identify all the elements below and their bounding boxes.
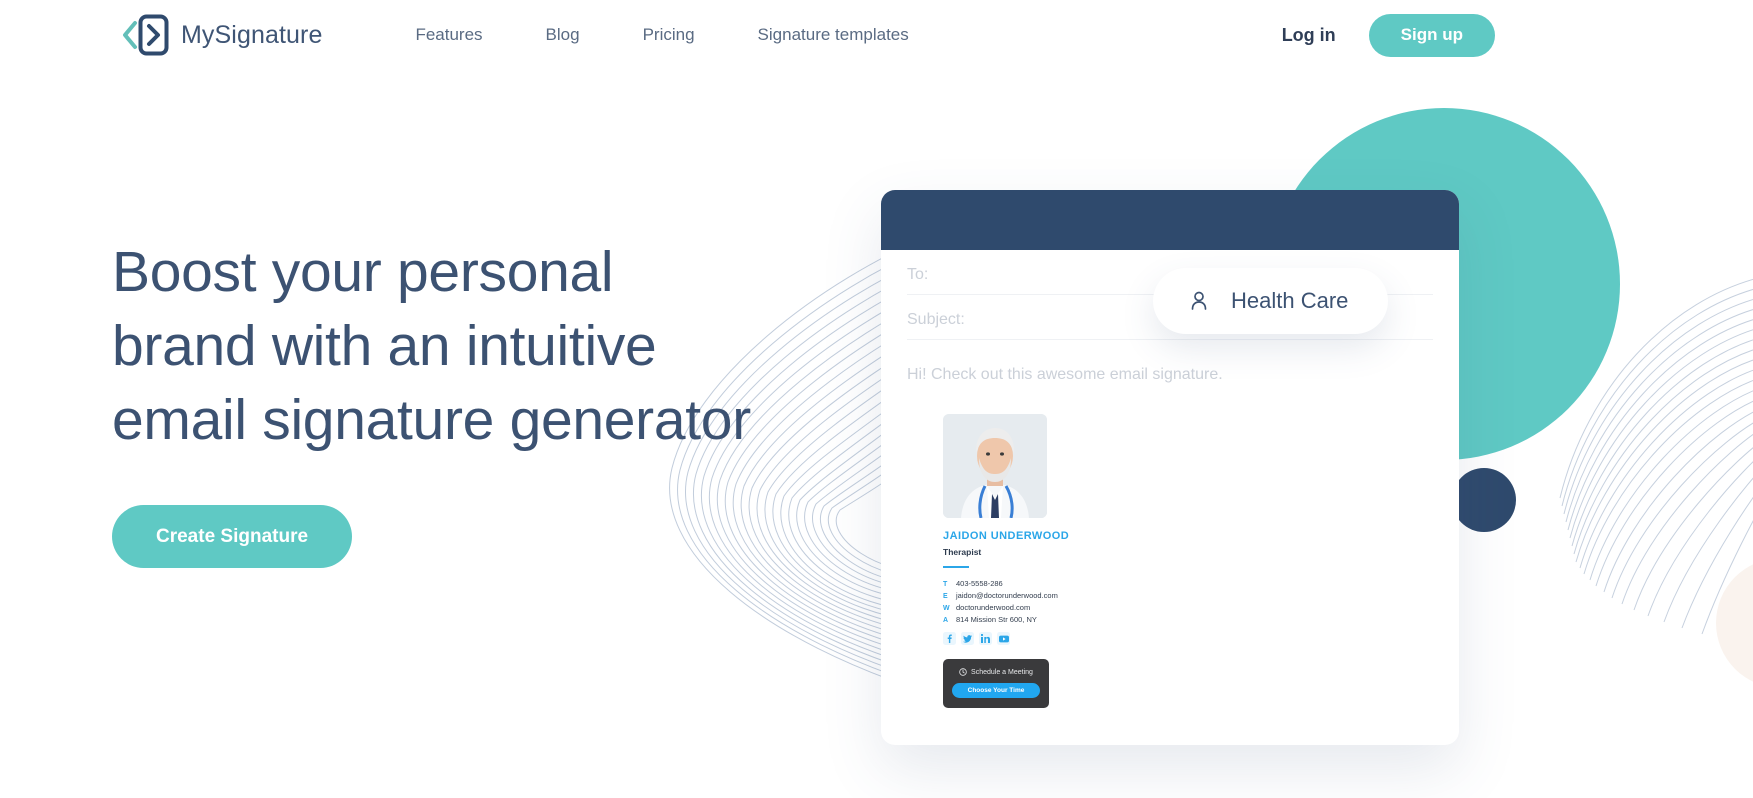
chevron-logo-icon [123, 14, 169, 56]
facebook-icon[interactable] [943, 632, 956, 645]
create-signature-button[interactable]: Create Signature [112, 505, 353, 568]
contact-key-phone: T [943, 581, 948, 588]
cream-circle-shape [1716, 558, 1753, 688]
main-navigation: Features Blog Pricing Signature template… [415, 25, 908, 45]
contact-row-phone: T 403-5558-286 [943, 579, 1163, 588]
nav-item-signature-templates[interactable]: Signature templates [758, 25, 909, 45]
page-title: Boost your personal brand with an intuit… [112, 240, 751, 452]
status-badge-label: Health Care [1231, 288, 1349, 313]
email-signature-block: JAIDON UNDERWOOD Therapist T 403-5558-28… [943, 414, 1163, 708]
nav-item-features[interactable]: Features [415, 25, 482, 45]
email-greeting-text: Hi! Check out this awesome email signatu… [907, 366, 1223, 383]
site-header: MySignature Features Blog Pricing Signat… [0, 0, 1753, 70]
contact-value-phone: 403-5558-286 [956, 579, 1003, 588]
linkedin-icon[interactable] [979, 632, 992, 645]
login-link[interactable]: Log in [1282, 25, 1336, 46]
twitter-icon[interactable] [961, 632, 974, 645]
clock-icon [959, 668, 967, 676]
hero-section: Boost your personal brand with an intuit… [112, 235, 772, 568]
signature-social-links [943, 632, 1163, 645]
right-swirl-lines-icon [1559, 278, 1753, 635]
avatar [943, 414, 1047, 518]
contact-key-address: A [943, 617, 949, 624]
contact-key-email: E [943, 593, 948, 600]
banner-text: Schedule a Meeting [971, 668, 1033, 676]
status-badge[interactable]: Health Care [1153, 268, 1389, 334]
banner-heading: Schedule a Meeting [951, 668, 1041, 676]
nav-item-pricing[interactable]: Pricing [643, 25, 695, 45]
signature-contacts: T 403-5558-286 E jaidon@doctorunderwood.… [943, 579, 1163, 624]
navy-circle-shape [1452, 468, 1516, 532]
signature-divider [943, 566, 969, 568]
schedule-meeting-banner: Schedule a Meeting Choose Your Time [943, 659, 1049, 708]
header-actions: Log in Sign up [1282, 13, 1495, 57]
doctor-portrait-icon [943, 414, 1047, 518]
brand-logo-link[interactable]: MySignature [118, 13, 322, 57]
choose-your-time-button[interactable]: Choose Your Time [952, 683, 1040, 698]
person-icon [1191, 291, 1207, 310]
signature-name: JAIDON UNDERWOOD [943, 530, 1070, 542]
contact-row-email: E jaidon@doctorunderwood.com [943, 591, 1163, 600]
brand-name: MySignature [181, 20, 323, 49]
youtube-icon[interactable] [997, 632, 1010, 645]
contact-value-address: 814 Mission Str 600, NY [956, 615, 1037, 624]
signup-button[interactable]: Sign up [1368, 13, 1495, 57]
contact-row-address: A 814 Mission Str 600, NY [943, 615, 1163, 624]
nav-item-blog[interactable]: Blog [546, 25, 580, 45]
contact-key-website: W [943, 605, 950, 612]
email-card-titlebar [881, 190, 1459, 250]
landing-page: MySignature Features Blog Pricing Signat… [0, 0, 1753, 798]
signature-role: Therapist [943, 547, 982, 557]
contact-row-website: W doctorunderwood.com [943, 603, 1163, 612]
contact-value-email: jaidon@doctorunderwood.com [956, 591, 1058, 600]
contact-value-website: doctorunderwood.com [956, 603, 1031, 612]
